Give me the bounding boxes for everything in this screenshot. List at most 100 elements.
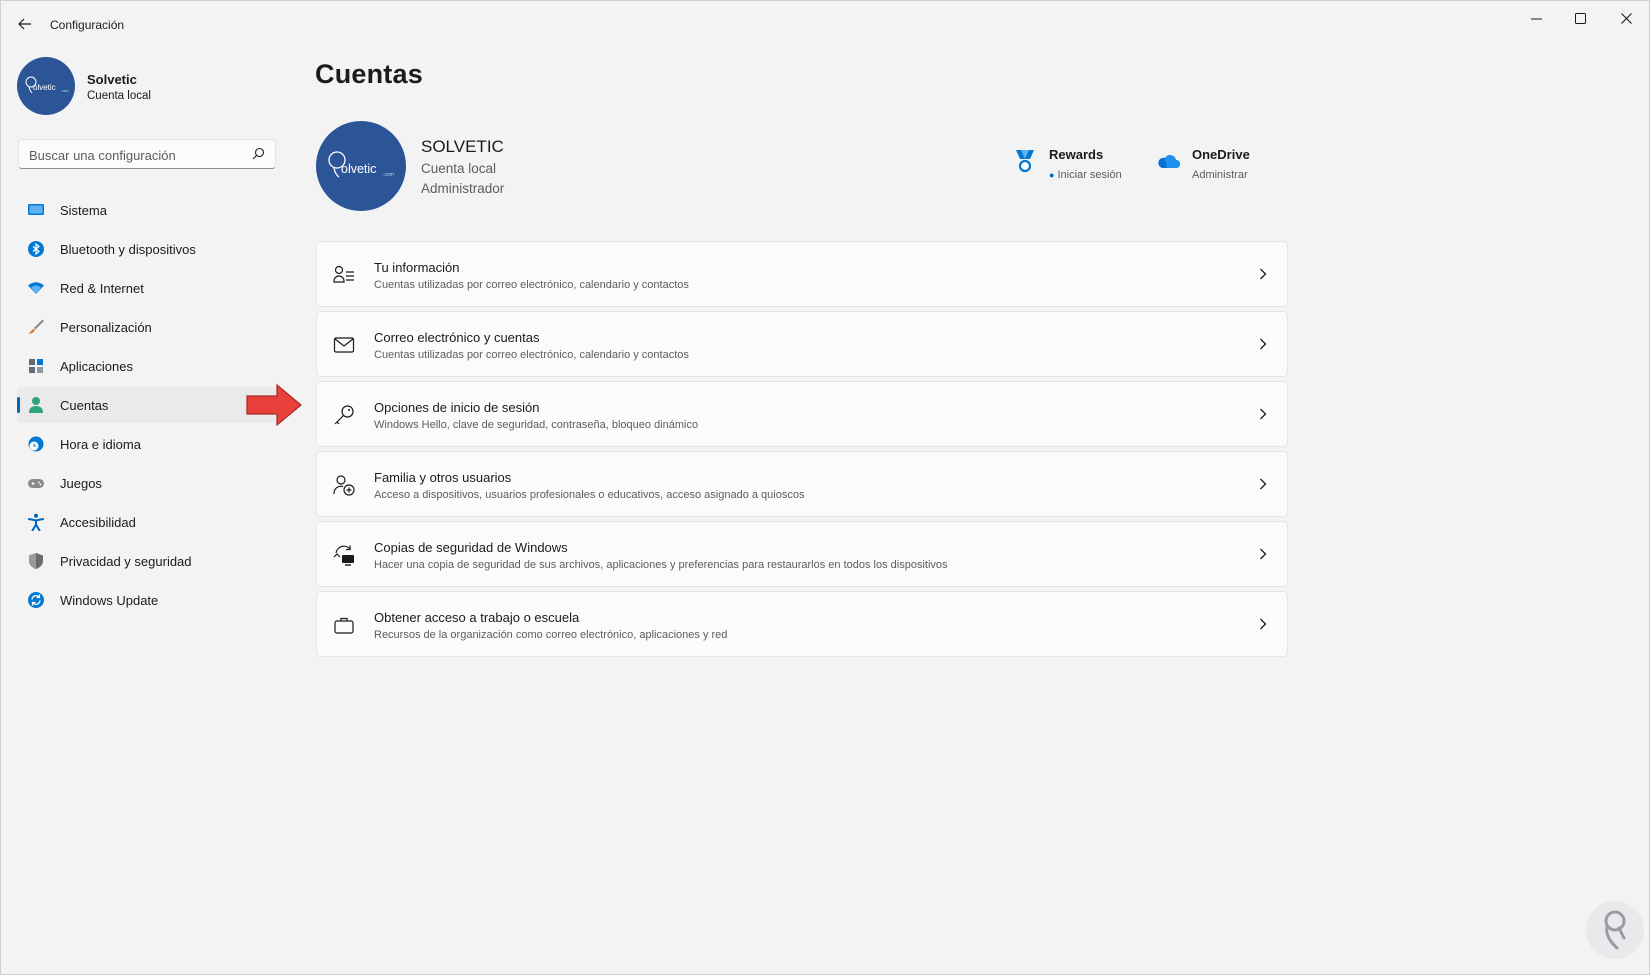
- rewards-title: Rewards: [1049, 147, 1104, 162]
- card-title: Tu información: [374, 260, 460, 275]
- chevron-right-icon: [1260, 478, 1267, 490]
- key-icon: [334, 405, 354, 425]
- wifi-icon: [28, 282, 44, 294]
- person-add-icon: [333, 475, 355, 496]
- card-description: Cuentas utilizadas por correo electrónic…: [374, 349, 689, 361]
- sidebar-item-label: Personalización: [60, 320, 152, 335]
- update-icon: [28, 592, 44, 608]
- sidebar-item-windows-update[interactable]: Windows Update: [17, 582, 279, 618]
- logo-text: olvetic: [33, 83, 56, 92]
- rewards-medal-icon: [1016, 150, 1034, 173]
- logo-suffix: .com: [383, 172, 394, 178]
- onedrive-link[interactable]: OneDrive Administrar: [1156, 147, 1280, 191]
- title-bar: Configuración: [1, 1, 1649, 47]
- account-header: olvetic .com SOLVETIC Cuenta local Admin…: [315, 121, 1285, 213]
- search-icon[interactable]: [252, 147, 265, 160]
- chevron-right-icon: [1260, 548, 1267, 560]
- apps-icon: [29, 359, 43, 373]
- maximize-button[interactable]: [1557, 1, 1603, 35]
- card-title: Obtener acceso a trabajo o escuela: [374, 610, 580, 625]
- sidebar-item-personalizacion[interactable]: Personalización: [17, 309, 279, 345]
- sidebar-item-label: Windows Update: [60, 593, 159, 608]
- card-title: Opciones de inicio de sesión: [374, 400, 540, 415]
- sidebar-item-aplicaciones[interactable]: Aplicaciones: [17, 348, 279, 384]
- sidebar-item-label: Accesibilidad: [60, 515, 136, 530]
- onedrive-title: OneDrive: [1192, 147, 1250, 162]
- logo-text: olvetic: [341, 162, 376, 176]
- solvetic-logo: olvetic .com: [328, 151, 394, 178]
- person-info-icon: [333, 265, 354, 283]
- brush-icon: [28, 319, 44, 334]
- back-arrow-icon: [18, 18, 31, 30]
- annotation-arrow: [246, 383, 302, 427]
- card-trabajo-escuela[interactable]: Obtener acceso a trabajo o escuela Recur…: [316, 591, 1288, 657]
- sidebar-item-label: Red & Internet: [60, 281, 144, 296]
- minimize-icon: [1530, 18, 1542, 19]
- card-opciones-inicio-sesion[interactable]: Opciones de inicio de sesión Windows Hel…: [316, 381, 1288, 447]
- chevron-right-icon: [1260, 268, 1267, 280]
- card-familia-usuarios[interactable]: Familia y otros usuarios Acceso a dispos…: [316, 451, 1288, 517]
- sidebar-item-privacidad[interactable]: Privacidad y seguridad: [17, 543, 279, 579]
- sidebar-profile[interactable]: olvetic .com Solvetic Cuenta local: [17, 57, 277, 117]
- profile-name: Solvetic: [87, 72, 137, 87]
- sidebar-item-label: Hora e idioma: [60, 437, 141, 452]
- sidebar-item-accesibilidad[interactable]: Accesibilidad: [17, 504, 279, 540]
- active-indicator: [17, 397, 20, 413]
- solvetic-logo: olvetic .com: [25, 76, 69, 94]
- sidebar-item-label: Privacidad y seguridad: [60, 554, 192, 569]
- person-icon: [29, 397, 43, 413]
- back-button[interactable]: [15, 13, 35, 35]
- sidebar-item-label: Aplicaciones: [60, 359, 133, 374]
- close-button[interactable]: [1603, 1, 1649, 35]
- card-title: Correo electrónico y cuentas: [374, 330, 540, 345]
- card-title: Copias de seguridad de Windows: [374, 540, 568, 555]
- card-correo-cuentas[interactable]: Correo electrónico y cuentas Cuentas uti…: [316, 311, 1288, 377]
- card-description: Windows Hello, clave de seguridad, contr…: [374, 419, 699, 431]
- settings-window: Configuración olvetic .com Solvetic Cuen…: [0, 0, 1650, 975]
- card-copias-seguridad[interactable]: Copias de seguridad de Windows Hacer una…: [316, 521, 1288, 587]
- rewards-link[interactable]: Rewards ● Iniciar sesión: [1013, 147, 1141, 191]
- search-input[interactable]: [27, 145, 241, 165]
- search-box[interactable]: [18, 139, 276, 169]
- card-description: Hacer una copia de seguridad de sus arch…: [374, 559, 948, 571]
- sidebar-item-sistema[interactable]: Sistema: [17, 192, 279, 228]
- sidebar-item-label: Sistema: [60, 203, 107, 218]
- briefcase-icon: [334, 617, 354, 634]
- account-name: SOLVETIC: [421, 137, 504, 156]
- sidebar-nav: Sistema Bluetooth y dispositivos Red & I…: [17, 192, 279, 621]
- sidebar-item-label: Cuentas: [60, 398, 109, 413]
- backup-sync-icon: [333, 545, 354, 566]
- watermark-person-icon: [1604, 910, 1626, 950]
- bluetooth-icon: [28, 241, 44, 257]
- minimize-button[interactable]: [1513, 1, 1559, 35]
- sidebar-item-hora[interactable]: Hora e idioma: [17, 426, 279, 462]
- sidebar-item-label: Bluetooth y dispositivos: [60, 242, 196, 257]
- accessibility-icon: [28, 513, 44, 531]
- globe-clock-icon: [28, 436, 44, 452]
- card-tu-informacion[interactable]: Tu información Cuentas utilizadas por co…: [316, 241, 1288, 307]
- sidebar-item-cuentas[interactable]: Cuentas: [17, 387, 279, 423]
- card-description: Recursos de la organización como correo …: [374, 629, 728, 641]
- chevron-right-icon: [1260, 338, 1267, 350]
- card-description: Cuentas utilizadas por correo electrónic…: [374, 279, 689, 291]
- card-title: Familia y otros usuarios: [374, 470, 512, 485]
- chevron-right-icon: [1260, 408, 1267, 420]
- sidebar-item-juegos[interactable]: Juegos: [17, 465, 279, 501]
- chevron-right-icon: [1260, 618, 1267, 630]
- app-title: Configuración: [50, 18, 125, 32]
- account-role: Administrador: [421, 181, 505, 196]
- sidebar-item-bluetooth[interactable]: Bluetooth y dispositivos: [17, 231, 279, 267]
- monitor-icon: [28, 204, 44, 215]
- page-title: Cuentas: [315, 59, 423, 89]
- close-icon: [1620, 12, 1632, 24]
- rewards-status-text: Iniciar sesión: [1057, 169, 1122, 181]
- sidebar-item-label: Juegos: [60, 476, 102, 491]
- settings-list: Tu información Cuentas utilizadas por co…: [316, 241, 1288, 661]
- logo-suffix: .com: [61, 89, 69, 93]
- gamepad-icon: [28, 479, 44, 488]
- account-type: Cuenta local: [421, 161, 497, 176]
- onedrive-cloud-icon: [1158, 155, 1180, 168]
- sidebar-item-red[interactable]: Red & Internet: [17, 270, 279, 306]
- rewards-status: ● Iniciar sesión: [1049, 169, 1122, 181]
- avatar: olvetic .com: [17, 57, 75, 115]
